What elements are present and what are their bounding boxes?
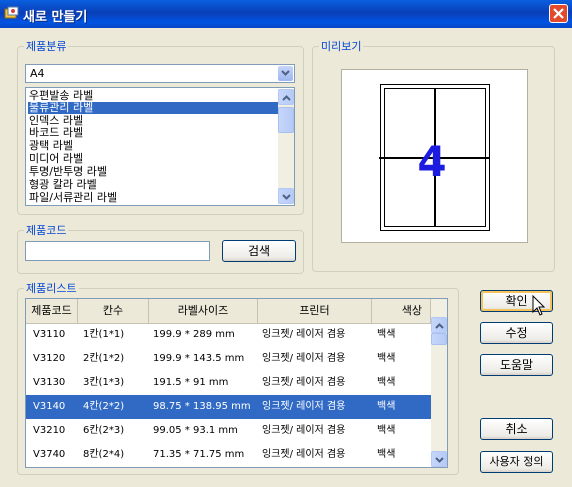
table-row[interactable]: V3110 1칸(1*1) 199.9 * 289 mm 잉크젯/ 레이저 겸용… [26, 323, 431, 347]
column-header[interactable]: 칸수 [78, 299, 149, 323]
cell-count: 1칸(1*1) [83, 329, 125, 340]
table-row[interactable]: V3120 2칸(1*2) 199.9 * 143.5 mm 잉크젯/ 레이저 … [26, 347, 431, 371]
list-item-selected[interactable]: 물류관리 라벨 [28, 102, 278, 114]
scroll-down-button[interactable] [431, 451, 447, 467]
table-header: 제품코드 칸수 라벨사이즈 프린터 색상 [26, 299, 431, 324]
chevron-down-icon [282, 194, 291, 200]
window-title: 새로 만들기 [23, 10, 88, 25]
cell-code: V3120 [33, 353, 66, 364]
dropdown-button[interactable] [278, 66, 293, 81]
scroll-thumb[interactable] [278, 107, 294, 133]
category-scrollbar[interactable] [278, 89, 294, 204]
app-icon [4, 6, 19, 21]
scroll-thumb[interactable] [431, 333, 447, 345]
table-row-selected[interactable]: V3140 4칸(2*2) 98.75 * 138.95 mm 잉크젯/ 레이저… [26, 395, 431, 419]
cancel-button[interactable]: 취소 [480, 418, 553, 440]
chevron-up-icon [435, 323, 444, 329]
table-row[interactable]: V3210 6칸(2*3) 99.05 * 93.1 mm 잉크젯/ 레이저 겸… [26, 419, 431, 443]
table-scrollbar[interactable] [431, 299, 447, 467]
product-table[interactable]: 제품코드 칸수 라벨사이즈 프린터 색상 V3110 1칸(1*1) 199.9… [25, 298, 448, 468]
cell-printer: 잉크젯/ 레이저 겸용 [262, 329, 346, 340]
mouse-cursor-icon [532, 295, 546, 316]
cell-printer: 잉크젯/ 레이저 겸용 [262, 425, 346, 436]
list-item[interactable]: 형광 칼라 라벨 [28, 179, 278, 191]
column-header[interactable]: 프린터 [258, 299, 372, 323]
cell-code: V3110 [33, 329, 66, 340]
scroll-down-button[interactable] [278, 188, 294, 204]
cell-color: 백색 [377, 401, 396, 412]
column-header[interactable]: 색상 [372, 299, 431, 323]
search-button[interactable]: 검색 [222, 240, 296, 262]
product-code-legend: 제품코드 [26, 224, 67, 237]
cell-color: 백색 [377, 353, 396, 364]
help-button[interactable]: 도움말 [480, 354, 553, 376]
chevron-down-icon [435, 457, 444, 463]
product-code-input[interactable] [25, 241, 210, 261]
paper-size-select[interactable]: A4 [25, 64, 295, 83]
scroll-up-button[interactable] [278, 89, 294, 105]
title-bar[interactable]: 새로 만들기 [0, 0, 572, 28]
cell-color: 백색 [377, 425, 396, 436]
table-row[interactable]: V3740 8칸(2*4) 71.35 * 71.75 mm 잉크젯/ 레이저 … [26, 443, 431, 467]
cell-color: 백색 [377, 377, 396, 388]
cell-count: 3칸(1*3) [83, 377, 125, 388]
cell-printer: 잉크젯/ 레이저 겸용 [262, 449, 346, 460]
label-count: 4 [417, 137, 447, 186]
table-row[interactable]: V3130 3칸(1*3) 191.5 * 91 mm 잉크젯/ 레이저 겸용 … [26, 371, 431, 395]
close-icon [553, 8, 564, 19]
cell-code: V3210 [33, 425, 66, 436]
list-item[interactable]: 투명/반투명 라벨 [28, 166, 278, 178]
cell-color: 백색 [377, 449, 396, 460]
cell-size: 199.9 * 289 mm [153, 329, 235, 340]
cell-count: 8칸(2*4) [83, 449, 125, 460]
list-item[interactable]: 바코드 라벨 [28, 127, 278, 139]
edit-button[interactable]: 수정 [480, 322, 553, 344]
cell-count: 4칸(2*2) [83, 401, 125, 412]
cell-printer: 잉크젯/ 레이저 겸용 [262, 353, 346, 364]
cell-printer: 잉크젯/ 레이저 겸용 [262, 401, 346, 412]
column-header[interactable]: 제품코드 [26, 299, 78, 323]
cell-size: 98.75 * 138.95 mm [153, 401, 251, 412]
close-button[interactable] [549, 4, 568, 23]
list-item[interactable]: 파일/서류관리 라벨 [28, 192, 278, 204]
category-list[interactable]: 우편발송 라벨 물류관리 라벨 인덱스 라벨 바코드 라벨 광택 라벨 미디어 … [25, 87, 295, 206]
paper-size-value: A4 [30, 67, 45, 80]
list-item[interactable]: 광택 라벨 [28, 140, 278, 152]
cell-size: 71.35 * 71.75 mm [153, 449, 245, 460]
chevron-down-icon [281, 70, 290, 76]
user-define-button[interactable]: 사용자 정의 [480, 451, 553, 473]
cell-code: V3140 [33, 401, 66, 412]
cell-code: V3740 [33, 449, 66, 460]
category-legend: 제품분류 [26, 40, 67, 53]
cell-printer: 잉크젯/ 레이저 겸용 [262, 377, 346, 388]
new-dialog: 새로 만들기 제품분류 A4 우편발송 라벨 물류관리 라벨 인덱스 라벨 바코… [0, 0, 572, 487]
preview-legend: 미리보기 [321, 40, 362, 53]
cell-count: 2칸(1*2) [83, 353, 125, 364]
scroll-up-button[interactable] [431, 317, 447, 333]
product-list-legend: 제품리스트 [26, 282, 77, 295]
cell-color: 백색 [377, 329, 396, 340]
column-header[interactable]: 라벨사이즈 [149, 299, 258, 323]
cell-code: V3130 [33, 377, 66, 388]
list-item[interactable]: 미디어 라벨 [28, 153, 278, 165]
cell-size: 99.05 * 93.1 mm [153, 425, 238, 436]
cell-size: 199.9 * 143.5 mm [153, 353, 245, 364]
cell-count: 6칸(2*3) [83, 425, 125, 436]
chevron-up-icon [282, 95, 291, 101]
cell-size: 191.5 * 91 mm [153, 377, 229, 388]
